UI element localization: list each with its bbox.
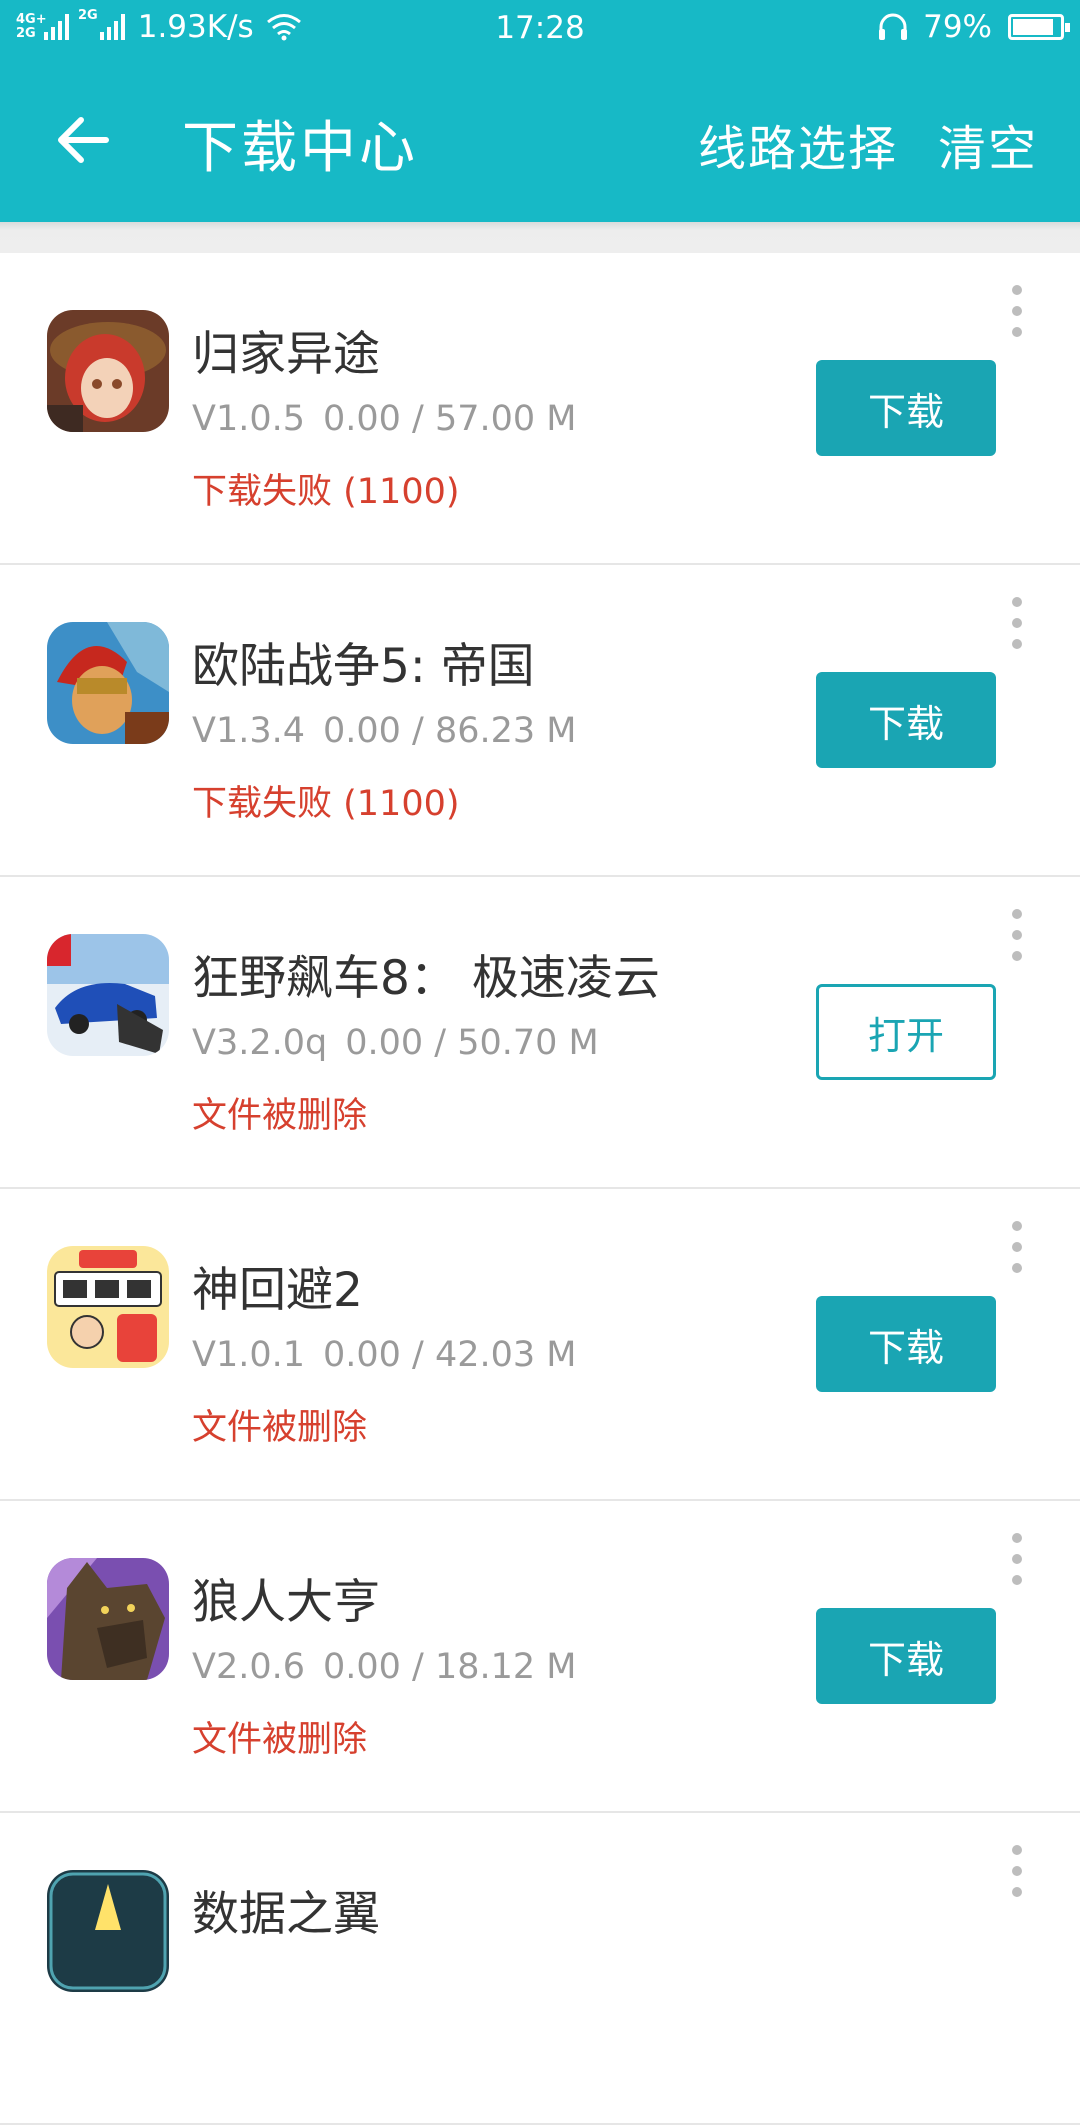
more-options-icon[interactable] — [1000, 1221, 1034, 1273]
download-item[interactable]: 归家异途 V1.0.5 0.00 / 57.00 M 下载失败 (1100) 下载 — [0, 253, 1080, 565]
more-options-icon[interactable] — [1000, 909, 1034, 961]
download-item[interactable]: 数据之翼 — [0, 1813, 1080, 2125]
app-meta: V1.0.1 0.00 / 42.03 M — [192, 1335, 577, 1375]
app-name: 数据之翼 — [192, 1887, 380, 1942]
download-button[interactable]: 下载 — [816, 672, 996, 768]
more-options-icon[interactable] — [1000, 1533, 1034, 1585]
app-version: V3.2.0q — [192, 1023, 328, 1063]
app-name: 欧陆战争5: 帝国 — [192, 639, 535, 694]
app-status: 下载失败 (1100) — [192, 784, 460, 824]
app-progress: 0.00 / 50.70 M — [345, 1023, 599, 1063]
download-list: 归家异途 V1.0.5 0.00 / 57.00 M 下载失败 (1100) 下载… — [0, 253, 1080, 2125]
app-name: 神回避2 — [192, 1263, 363, 1318]
app-status: 文件被删除 — [192, 1096, 368, 1136]
download-button[interactable]: 下载 — [816, 360, 996, 456]
app-version: V1.3.4 — [192, 711, 305, 751]
app-meta: V2.0.6 0.00 / 18.12 M — [192, 1647, 577, 1687]
status-bar: 4G+ 2G 2G 1.93K/s 17:28 79% — [0, 0, 1080, 57]
game-icon-wing — [47, 1870, 169, 1992]
download-item[interactable]: 欧陆战争5: 帝国 V1.3.4 0.00 / 86.23 M 下载失败 (110… — [0, 565, 1080, 877]
status-right: 79% — [877, 9, 1070, 45]
headset-icon — [879, 13, 908, 40]
page-title: 下载中心 — [182, 116, 418, 181]
app-version: V2.0.6 — [192, 1647, 305, 1687]
app-version: V1.0.5 — [192, 399, 305, 439]
arrow-left-icon — [58, 117, 109, 163]
app-version: V1.0.1 — [192, 1335, 305, 1375]
route-select-button[interactable]: 线路选择 — [698, 109, 898, 179]
download-item[interactable]: 狂野飙车8： 极速凌云 V3.2.0q 0.00 / 50.70 M 文件被删除 … — [0, 877, 1080, 1189]
game-icon-kami — [47, 1246, 169, 1368]
more-options-icon[interactable] — [1000, 597, 1034, 649]
download-item[interactable]: 神回避2 V1.0.1 0.00 / 42.03 M 文件被删除 下载 — [0, 1189, 1080, 1501]
game-icon-car — [47, 934, 169, 1056]
more-options-icon[interactable] — [1000, 285, 1034, 337]
more-options-icon[interactable] — [1000, 1845, 1034, 1897]
app-status: 文件被删除 — [192, 1408, 368, 1448]
game-icon-warrior — [47, 622, 169, 744]
app-meta: V1.0.5 0.00 / 57.00 M — [192, 399, 577, 439]
battery-fill — [1013, 19, 1053, 35]
app-progress: 0.00 / 42.03 M — [323, 1335, 577, 1375]
app-progress: 0.00 / 57.00 M — [323, 399, 577, 439]
app-progress: 0.00 / 18.12 M — [323, 1647, 577, 1687]
download-item[interactable]: 狼人大亨 V2.0.6 0.00 / 18.12 M 文件被删除 下载 — [0, 1501, 1080, 1813]
game-icon-girl — [47, 310, 169, 432]
app-meta: V3.2.0q 0.00 / 50.70 M — [192, 1023, 599, 1063]
download-button[interactable]: 下载 — [816, 1608, 996, 1704]
open-button[interactable]: 打开 — [816, 984, 996, 1080]
app-meta: V1.3.4 0.00 / 86.23 M — [192, 711, 577, 751]
app-status: 文件被删除 — [192, 1720, 368, 1760]
app-bar: 下载中心 线路选择 清空 — [0, 57, 1080, 222]
back-button[interactable] — [50, 107, 116, 173]
header-divider — [0, 222, 1080, 253]
battery-icon — [1008, 14, 1070, 40]
download-button[interactable]: 下载 — [816, 1296, 996, 1392]
game-icon-wolf — [47, 1558, 169, 1680]
app-progress: 0.00 / 86.23 M — [323, 711, 577, 751]
app-name: 归家异途 — [192, 327, 380, 382]
app-name: 狂野飙车8： 极速凌云 — [192, 951, 660, 1006]
app-status: 下载失败 (1100) — [192, 472, 460, 512]
app-name: 狼人大亨 — [192, 1575, 380, 1630]
battery-percent: 79% — [923, 9, 992, 45]
clear-button[interactable]: 清空 — [938, 109, 1038, 179]
